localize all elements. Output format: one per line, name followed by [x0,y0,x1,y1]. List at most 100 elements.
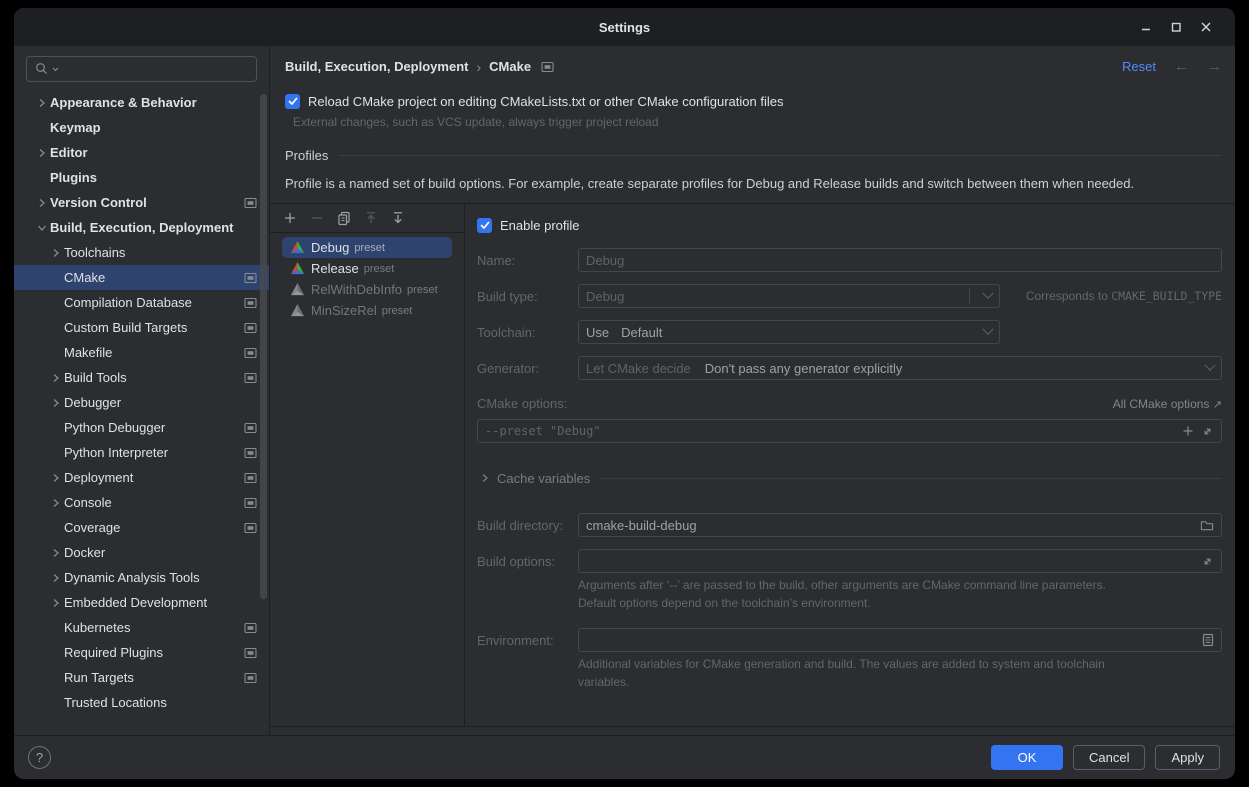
add-icon[interactable] [280,208,300,228]
forward-arrow-icon[interactable]: → [1207,58,1222,75]
chevron-down-icon[interactable] [982,288,993,299]
project-settings-icon [244,197,257,209]
chevron-right-icon[interactable] [48,395,64,411]
chevron-right-icon[interactable] [48,570,64,586]
window-title: Settings [14,20,1235,35]
sidebar-item-label: Deployment [64,470,133,485]
sidebar-item[interactable]: Deployment [14,465,269,490]
sidebar-item[interactable]: Python Debugger [14,415,269,440]
chevron-right-icon[interactable] [48,470,64,486]
breadcrumb-build-execution-deployment[interactable]: Build, Execution, Deployment [285,59,468,74]
checkbox-checked-icon[interactable] [477,218,492,233]
sidebar-item[interactable]: Makefile [14,340,269,365]
chevron-right-icon[interactable] [48,245,64,261]
chevron-right-icon[interactable] [477,470,493,486]
build-directory-input[interactable] [586,518,1194,533]
reload-cmake-checkbox[interactable]: Reload CMake project on editing CMakeLis… [270,94,1235,109]
generator-prefix: Let CMake decide [586,361,691,376]
project-settings-icon [244,622,257,634]
build-options-field[interactable] [578,549,1222,573]
sidebar-item[interactable]: Trusted Locations [14,690,269,715]
copy-icon[interactable] [334,208,354,228]
sidebar-item[interactable]: Coverage [14,515,269,540]
cache-variables-section[interactable]: Cache variables [477,470,1222,486]
search-input[interactable] [61,62,249,77]
enable-profile-checkbox[interactable]: Enable profile [477,218,1222,233]
folder-icon[interactable] [1200,519,1214,532]
expand-icon[interactable] [1201,555,1214,568]
chevron-right-icon[interactable] [48,595,64,611]
chevron-right-icon[interactable] [48,545,64,561]
maximize-icon[interactable] [1161,14,1191,40]
sidebar-item[interactable]: Plugins [14,165,269,190]
close-icon[interactable] [1191,14,1221,40]
minimize-icon[interactable] [1131,14,1161,40]
search-filter-caret-icon[interactable] [52,63,59,75]
sidebar-item[interactable]: Embedded Development [14,590,269,615]
profile-list-item[interactable]: RelWithDebInfo preset [282,279,452,300]
sidebar-item[interactable]: Custom Build Targets [14,315,269,340]
back-arrow-icon[interactable]: ← [1174,58,1189,75]
chevron-right-icon[interactable] [48,370,64,386]
sidebar-item[interactable]: Keymap [14,115,269,140]
sidebar-item-label: Compilation Database [64,295,192,310]
help-icon[interactable]: ? [28,746,51,769]
breadcrumb-cmake[interactable]: CMake [489,59,531,74]
sidebar-item[interactable]: Build Tools [14,365,269,390]
sidebar-item[interactable]: Version Control [14,190,269,215]
sidebar-item[interactable]: Dynamic Analysis Tools [14,565,269,590]
name-field[interactable] [578,248,1222,272]
profile-list-item[interactable]: Debug preset [282,237,452,258]
dialog-footer: ? OK Cancel Apply [14,735,1235,779]
build-directory-field[interactable] [578,513,1222,537]
chevron-right-icon[interactable] [48,495,64,511]
chevron-right-icon[interactable] [34,195,50,211]
sidebar-item[interactable]: Required Plugins [14,640,269,665]
expand-icon[interactable] [1201,425,1214,438]
environment-input[interactable] [586,633,1196,648]
sidebar-scrollbar[interactable] [260,94,267,599]
sidebar-item[interactable]: Toolchains [14,240,269,265]
ok-button[interactable]: OK [991,745,1063,770]
combo-divider [969,288,970,304]
chevron-down-icon[interactable] [982,324,993,335]
build-options-input[interactable] [586,554,1195,569]
sidebar-item[interactable]: Docker [14,540,269,565]
sidebar-item[interactable]: Compilation Database [14,290,269,315]
cancel-button[interactable]: Cancel [1073,745,1145,770]
search-box[interactable] [26,56,257,82]
sidebar-item[interactable]: CMake [14,265,269,290]
cmake-options-input[interactable] [485,424,1175,438]
profile-list-item[interactable]: MinSizeRel preset [282,300,452,321]
sidebar-item[interactable]: Debugger [14,390,269,415]
sidebar-item[interactable]: Run Targets [14,665,269,690]
apply-button[interactable]: Apply [1155,745,1220,770]
profiles-toolbar [270,204,464,233]
sidebar-item[interactable]: Appearance & Behavior [14,90,269,115]
sidebar-item[interactable]: Kubernetes [14,615,269,640]
sidebar-item[interactable]: Editor [14,140,269,165]
remove-icon[interactable] [307,208,327,228]
all-cmake-options-link[interactable]: All CMake options ↗ [1113,397,1222,411]
environment-field[interactable] [578,628,1222,652]
build-type-combobox[interactable]: Debug [578,284,1000,308]
move-down-icon[interactable] [388,208,408,228]
sidebar-item[interactable]: Console [14,490,269,515]
env-list-icon[interactable] [1202,633,1214,647]
cmake-options-field[interactable] [477,419,1222,443]
name-input[interactable] [586,253,1214,268]
profile-list-item[interactable]: Release preset [282,258,452,279]
toolchain-combobox[interactable]: Use Default [578,320,1000,344]
chevron-right-icon[interactable] [34,95,50,111]
plus-icon[interactable] [1181,424,1195,438]
chevron-down-icon[interactable] [1204,360,1215,371]
sidebar-item[interactable]: Python Interpreter [14,440,269,465]
settings-tree: Appearance & Behavior Keymap [14,90,269,715]
checkbox-checked-icon[interactable] [285,94,300,109]
chevron-right-icon[interactable] [34,145,50,161]
move-up-icon[interactable] [361,208,381,228]
sidebar-item[interactable]: Build, Execution, Deployment [14,215,269,240]
reset-link[interactable]: Reset [1122,59,1156,74]
chevron-right-icon[interactable] [34,220,50,236]
generator-combobox[interactable]: Let CMake decide Don't pass any generato… [578,356,1222,380]
